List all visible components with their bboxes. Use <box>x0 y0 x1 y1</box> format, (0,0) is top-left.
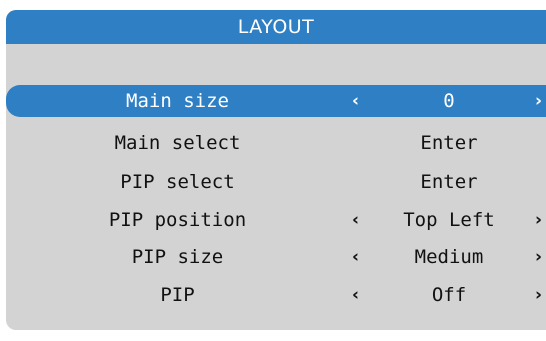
chevron-right-icon[interactable]: › <box>535 85 542 117</box>
menu-item-value: Off <box>431 284 467 306</box>
chevron-left-icon[interactable]: ‹ <box>352 241 359 273</box>
chevron-right-icon[interactable]: › <box>535 204 542 236</box>
menu-item-main-size[interactable]: Main size ‹ 0 › <box>6 85 546 117</box>
menu-item-value: Medium <box>414 246 484 268</box>
menu-item-label: PIP <box>160 284 195 306</box>
menu-title: LAYOUT <box>237 16 315 38</box>
menu-title-bar: LAYOUT <box>6 10 546 44</box>
menu-item-pip-size[interactable]: PIP size ‹ Medium › <box>6 241 546 273</box>
chevron-right-icon[interactable]: › <box>535 241 542 273</box>
osd-menu-window: LAYOUT Main size ‹ 0 › Main select Enter… <box>6 10 546 330</box>
menu-item-label: Main size <box>126 90 229 112</box>
menu-item-main-select[interactable]: Main select Enter <box>6 127 546 159</box>
menu-item-label: PIP size <box>131 246 224 268</box>
chevron-left-icon[interactable]: ‹ <box>352 279 359 311</box>
menu-item-value[interactable]: Enter <box>368 166 530 198</box>
menu-item-label: PIP select <box>120 171 235 193</box>
chevron-left-icon[interactable]: ‹ <box>352 204 359 236</box>
menu-item-value[interactable]: Enter <box>368 127 530 159</box>
menu-item-label: Main select <box>114 132 241 154</box>
menu-item-label: PIP position <box>108 209 247 231</box>
menu-item-pip[interactable]: PIP ‹ Off › <box>6 279 546 311</box>
chevron-left-icon[interactable]: ‹ <box>352 85 359 117</box>
menu-item-pip-select[interactable]: PIP select Enter <box>6 166 546 198</box>
menu-item-value: Top Left <box>403 209 495 231</box>
menu-item-value: 0 <box>443 90 455 112</box>
menu-item-pip-position[interactable]: PIP position ‹ Top Left › <box>6 204 546 236</box>
chevron-right-icon[interactable]: › <box>535 279 542 311</box>
